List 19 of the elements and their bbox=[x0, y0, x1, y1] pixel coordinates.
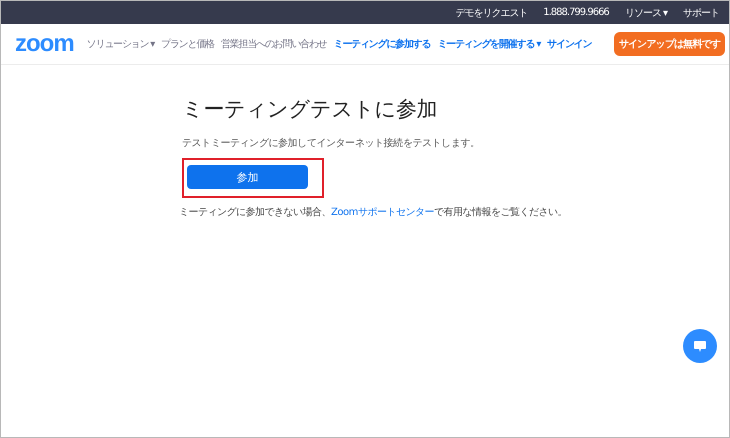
help-text: ミーティングに参加できない場合、Zoomサポートセンターで有用な情報をご覧ください。 bbox=[179, 206, 568, 219]
nav-link[interactable]: プランと価格 bbox=[161, 37, 214, 51]
nav-link[interactable]: ミーティングに参加する bbox=[334, 37, 430, 51]
support-link[interactable]: Zoomサポートセンター bbox=[331, 207, 434, 218]
join-button[interactable]: 参加 bbox=[187, 165, 308, 189]
chat-button[interactable] bbox=[683, 329, 717, 363]
description-text: テストミーティングに参加してインターネット接続をテストします。 bbox=[182, 136, 481, 150]
top-link[interactable]: デモをリクエスト bbox=[455, 6, 528, 20]
nav-link[interactable]: ミーティングを開催する ▾ bbox=[437, 37, 540, 51]
top-link[interactable]: 1.888.799.9666 bbox=[543, 7, 609, 18]
signup-button[interactable]: サインアップは無料です bbox=[614, 32, 725, 56]
chat-icon bbox=[694, 340, 706, 352]
nav-link[interactable]: 営業担当へのお問い合わせ bbox=[220, 37, 326, 51]
nav-link[interactable]: ソリューション ▾ bbox=[86, 37, 154, 51]
top-link[interactable]: リソース ▾ bbox=[624, 6, 667, 20]
zoom-logo[interactable]: zoom bbox=[15, 32, 74, 56]
page-title: ミーティングテストに参加 bbox=[182, 96, 438, 123]
top-link[interactable]: サポート bbox=[683, 6, 719, 20]
nav-link[interactable]: サインイン bbox=[547, 37, 592, 51]
